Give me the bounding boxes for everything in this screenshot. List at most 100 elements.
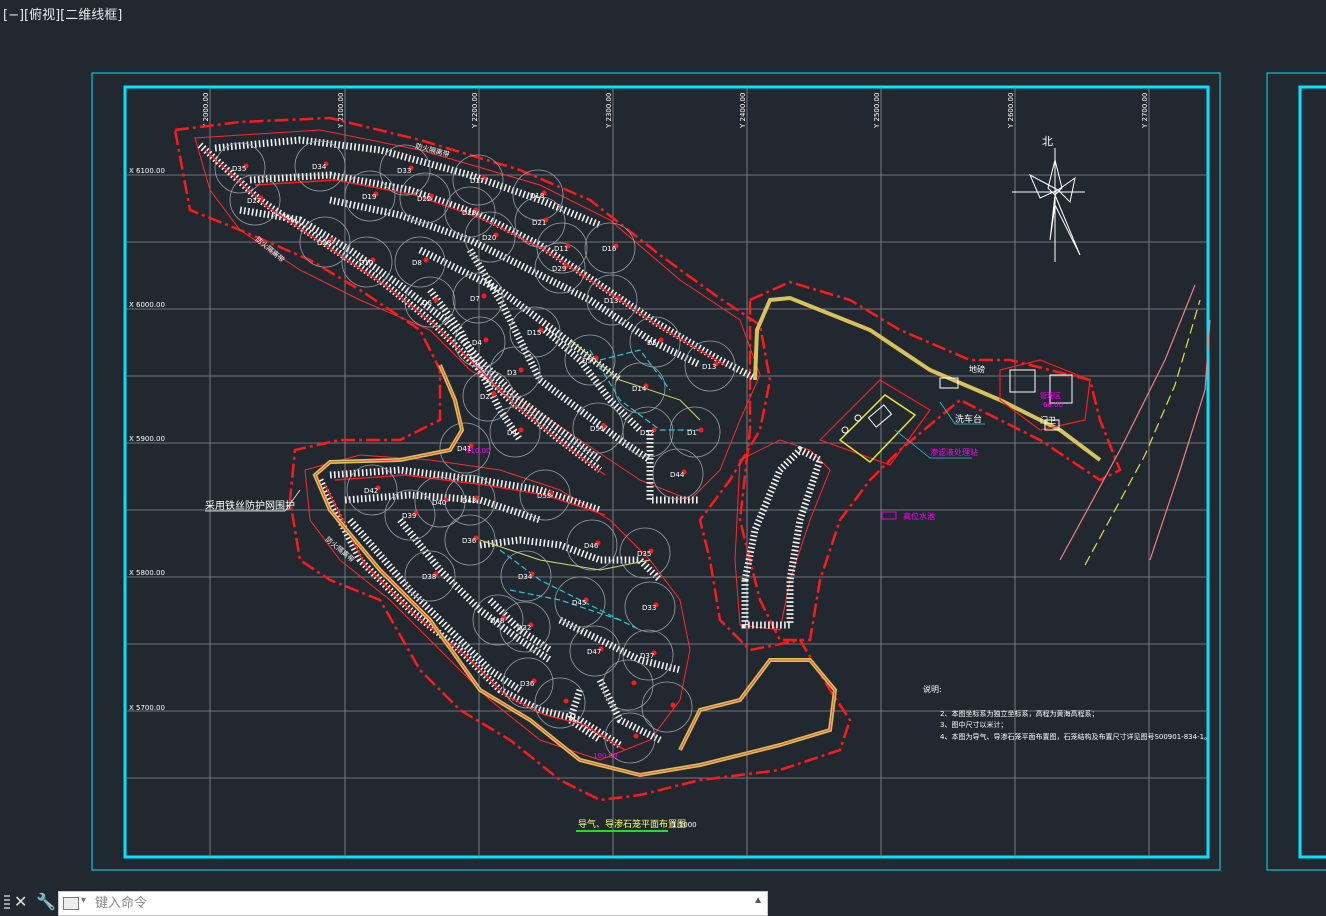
- grid-label-y: Y 2600.00: [1007, 93, 1015, 129]
- command-bar-grip-handle[interactable]: [4, 895, 10, 909]
- elevation-100: 100.00: [593, 752, 618, 760]
- gas-well-point: [658, 337, 664, 343]
- gas-well-label: D44: [670, 471, 685, 479]
- wire-fence-label: 采用铁丝防护网围护: [205, 499, 295, 512]
- elevation-110: 110.00: [466, 447, 491, 455]
- gas-well-label: D20: [482, 234, 496, 242]
- gas-well-label: D11: [554, 245, 568, 253]
- gas-well-label: D21: [532, 219, 546, 227]
- grid-label-y: Y 2300.00: [605, 93, 613, 129]
- gas-well-label: D6: [422, 299, 432, 307]
- office-label: 管理区: [1040, 391, 1061, 400]
- gas-well-label: D33: [642, 604, 656, 612]
- gas-well-label: D42: [364, 487, 378, 495]
- gas-well-point: [633, 733, 639, 739]
- gas-well-label: D8: [412, 259, 422, 267]
- north-arrow: [1012, 148, 1085, 262]
- pool-label: 高位水池: [903, 511, 935, 521]
- grid-label-y: Y 2700.00: [1141, 93, 1149, 129]
- haul-roads-edge: [314, 364, 836, 776]
- fire-road-label-1: 防火隔离带: [254, 235, 287, 264]
- notes-line-2: 2、本图坐标系为独立坐标系，高程为黄海高程系；: [940, 709, 1098, 718]
- gas-well-label: D46: [584, 542, 599, 550]
- gas-well-label: D35: [232, 165, 246, 173]
- gas-well-label: D3: [507, 369, 517, 377]
- gas-well-label: D13: [702, 363, 716, 371]
- gas-well-label: D36: [520, 680, 535, 688]
- gas-well-label: D13: [604, 297, 618, 305]
- command-input[interactable]: [93, 893, 737, 914]
- gas-well-point: [670, 702, 676, 708]
- gas-well-label: D34: [312, 163, 327, 171]
- gas-well-label: D34: [518, 573, 533, 581]
- gas-well-label: D38: [422, 573, 436, 581]
- gas-well-label: D1: [687, 429, 697, 437]
- terrace-slopes: [197, 136, 825, 748]
- grid-label-y: Y 2100.00: [337, 93, 345, 129]
- grid-label-x: X 5700.00: [129, 704, 165, 712]
- grid-label-y: Y 2000.00: [202, 93, 210, 129]
- gas-well-label: D48: [490, 617, 504, 625]
- gas-well-point: [698, 427, 704, 433]
- gas-well-label: D32: [517, 624, 531, 632]
- car-wash-label: 洗车台: [955, 413, 982, 425]
- gas-well-label: D19: [362, 193, 376, 201]
- grid-label-y: Y 2200.00: [471, 93, 479, 129]
- gas-well-label: D17: [470, 177, 484, 185]
- sheet-inner-frame: [123, 85, 1210, 859]
- gas-well-label: D7: [470, 295, 480, 303]
- gas-well-point: [481, 293, 487, 299]
- office-elevation: 66.00: [1043, 401, 1063, 409]
- adjacent-sheet-outer-frame: [1266, 72, 1326, 871]
- gas-well-point: [518, 427, 524, 433]
- notes-line-4: 4、本图为导气、导渗石笼平面布置图，石笼结构及布置尺寸详见图号S00901-83…: [940, 732, 1211, 741]
- gas-well-label: D2: [480, 393, 490, 401]
- grid-label-x: X 5900.00: [129, 435, 165, 443]
- notes-line-3: 3、图中尺寸以米计；: [940, 720, 1007, 729]
- gas-well-label: D28: [317, 239, 331, 247]
- wrench-icon[interactable]: 🔧: [36, 892, 56, 912]
- well-influence-circle: [602, 659, 654, 711]
- external-highway: [1059, 284, 1211, 566]
- gas-well-label: D5: [647, 339, 657, 347]
- gas-well-label: D14: [632, 385, 647, 393]
- gas-well-label: D22: [417, 195, 431, 203]
- gas-well-label: D4: [472, 339, 482, 347]
- close-icon[interactable]: ✕: [14, 892, 27, 912]
- gas-well-label: D29: [462, 209, 476, 217]
- chevron-down-icon[interactable]: ▾: [81, 895, 86, 906]
- command-prompt-icon[interactable]: [63, 897, 79, 910]
- gas-well-label: D29: [552, 265, 566, 273]
- gas-well-label: D53: [537, 492, 551, 500]
- cad-drawing-canvas[interactable]: Y 2000.00 Y 2100.00 Y 2200.00 Y 2300.00 Y 24…: [0, 0, 1326, 886]
- adjacent-sheet-inner-frame: [1298, 85, 1326, 859]
- coordinate-grid: [125, 87, 1208, 857]
- gas-well-label: D4: [507, 429, 517, 437]
- gate-label: 门卫: [1040, 415, 1056, 425]
- leachate-label: 渗滤液处理站: [930, 447, 978, 457]
- gas-well-label: D47: [587, 648, 601, 656]
- gas-well-label: D52: [640, 429, 654, 437]
- gas-well-label: D18: [530, 192, 544, 200]
- gas-well-point: [433, 297, 439, 303]
- gas-well-point: [563, 698, 569, 704]
- north-label: 北: [1042, 135, 1053, 148]
- gas-well-label: D15: [527, 329, 541, 337]
- gas-well-point: [518, 367, 524, 373]
- gas-well-label: D16: [602, 245, 617, 253]
- drawing-title: 导气、导渗石笼平面布置图: [578, 818, 686, 830]
- gas-well-point: [631, 680, 637, 686]
- chevron-up-icon[interactable]: ▲: [753, 895, 763, 906]
- well-influence-circle: [641, 681, 693, 733]
- gas-well-label: D33: [397, 167, 411, 175]
- drawing-notes: 说明: 2、本图坐标系为独立坐标系，高程为黄海高程系； 3、图中尺寸以米计； 4…: [923, 684, 1211, 741]
- gas-well-label: D36: [462, 537, 477, 545]
- gas-well-label: D43: [462, 497, 476, 505]
- gas-well-label: D35: [637, 550, 651, 558]
- command-input-box[interactable]: ▾ ▲: [58, 891, 768, 916]
- grid-labels: Y 2000.00 Y 2100.00 Y 2200.00 Y 2300.00 Y 24…: [129, 93, 1149, 712]
- sheet-outer-frame: [91, 72, 1221, 871]
- gas-well-label: D27: [247, 197, 261, 205]
- gas-well-label: D40: [432, 499, 446, 507]
- grid-label-x: X 6100.00: [129, 167, 165, 175]
